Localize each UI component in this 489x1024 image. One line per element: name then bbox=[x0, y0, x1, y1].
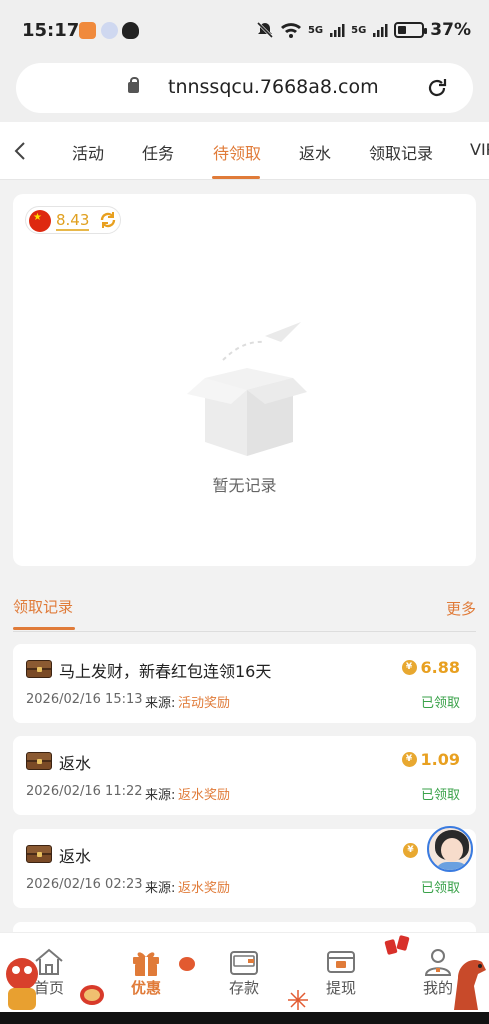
signal-5g-label-2: 5G bbox=[351, 24, 367, 36]
record-amount-value: 6.88 bbox=[420, 658, 460, 677]
tab-rebate[interactable]: 返水 bbox=[299, 140, 331, 164]
record-status: 已领取 bbox=[420, 788, 460, 803]
address-bar[interactable]: tnnssqcu.7668a8.com bbox=[16, 63, 473, 113]
record-source-label: 来源: bbox=[145, 696, 176, 711]
withdraw-icon bbox=[327, 951, 355, 973]
record-item[interactable]: 返水 ¥1.09 2026/02/16 11:22 来源: 返水奖励 已领取 bbox=[13, 736, 476, 815]
tab-tasks[interactable]: 任务 bbox=[142, 140, 174, 164]
records-title-underline bbox=[13, 627, 75, 630]
nav-promotions[interactable]: 优惠 bbox=[106, 933, 186, 1003]
signal-5g-label-1: 5G bbox=[307, 24, 324, 36]
customer-support-avatar[interactable] bbox=[427, 826, 473, 872]
balance-pill: ★ 8.43 bbox=[25, 206, 121, 234]
record-item[interactable]: 返水 ¥ 2026/02/16 02:23 来源: 返水奖励 已领取 bbox=[13, 829, 476, 908]
balance-value: 8.43 bbox=[56, 211, 90, 231]
pending-rewards-card: ★ 8.43 暂无记录 bbox=[13, 194, 476, 566]
record-name: 返水 bbox=[59, 754, 92, 773]
back-arrow-icon[interactable] bbox=[10, 140, 32, 162]
record-source-label: 来源: bbox=[145, 881, 176, 896]
record-amount: ¥1.09 bbox=[401, 750, 460, 769]
mute-bell-icon bbox=[256, 21, 274, 39]
qq-penguin-icon bbox=[122, 22, 139, 39]
nav-withdraw[interactable]: 提现 bbox=[301, 933, 381, 1003]
treasure-chest-icon bbox=[26, 752, 52, 770]
record-source: 返水奖励 bbox=[178, 881, 231, 896]
red-envelope-decoration bbox=[384, 935, 410, 955]
url-text[interactable]: tnnssqcu.7668a8.com bbox=[168, 76, 379, 98]
chat-app-icon bbox=[101, 22, 118, 39]
yen-coin-icon: ¥ bbox=[403, 843, 418, 858]
system-nav-bar bbox=[0, 1012, 489, 1024]
wifi-icon bbox=[280, 23, 301, 38]
record-date: 2026/02/16 11:22 bbox=[26, 784, 143, 799]
wallet-icon bbox=[230, 951, 258, 975]
treasure-chest-icon bbox=[26, 660, 52, 678]
record-source-label: 来源: bbox=[145, 788, 176, 803]
record-source: 返水奖励 bbox=[178, 788, 231, 803]
record-source: 活动奖励 bbox=[178, 696, 231, 711]
record-status: 已领取 bbox=[420, 696, 460, 711]
lantern-decoration bbox=[179, 957, 195, 971]
tab-activity[interactable]: 活动 bbox=[72, 140, 104, 164]
tab-pending[interactable]: 待领取 bbox=[213, 140, 261, 164]
yen-coin-icon: ¥ bbox=[401, 660, 417, 675]
record-date: 2026/02/16 02:23 bbox=[26, 877, 143, 892]
app-notification-icon bbox=[79, 22, 96, 39]
record-amount-value: 1.09 bbox=[420, 750, 460, 769]
status-bar: 15:17 5G 5G 37% bbox=[0, 0, 489, 62]
lion-dance-decoration bbox=[6, 958, 38, 1010]
records-header: 领取记录 更多 bbox=[13, 594, 476, 632]
nav-withdraw-label: 提现 bbox=[325, 979, 356, 997]
status-time: 15:17 bbox=[22, 20, 80, 41]
treasure-chest-icon bbox=[26, 845, 52, 863]
lock-icon bbox=[128, 77, 139, 93]
tab-vip[interactable]: VIP bbox=[470, 140, 489, 159]
bottom-nav: 首页 优惠 存款 提现 我的 bbox=[0, 932, 489, 1012]
firework-decoration bbox=[288, 990, 308, 1010]
cell-signal-icon-2 bbox=[373, 24, 388, 37]
battery-percent: 37% bbox=[430, 20, 471, 40]
record-status: 已领取 bbox=[420, 881, 460, 896]
nav-deposit[interactable]: 存款 bbox=[204, 933, 284, 1003]
horse-decoration bbox=[454, 959, 486, 1010]
support-face bbox=[441, 838, 463, 862]
refresh-balance-icon[interactable] bbox=[98, 210, 118, 230]
gift-icon bbox=[133, 952, 159, 976]
record-amount: ¥ bbox=[403, 843, 422, 858]
battery-icon bbox=[394, 22, 428, 38]
nav-deposit-label: 存款 bbox=[228, 979, 259, 997]
drum-decoration bbox=[80, 985, 104, 1005]
record-amount: ¥6.88 bbox=[401, 658, 460, 677]
tab-claim-records[interactable]: 领取记录 bbox=[369, 140, 433, 164]
record-item[interactable]: 马上发财，新春红包连领16天 ¥6.88 2026/02/16 15:13 来源… bbox=[13, 644, 476, 723]
yen-coin-icon: ¥ bbox=[401, 752, 417, 767]
active-tab-indicator bbox=[212, 176, 260, 179]
empty-state-text: 暂无记录 bbox=[212, 476, 277, 495]
reload-icon[interactable] bbox=[425, 76, 449, 100]
cell-signal-icon bbox=[330, 24, 345, 37]
nav-promotions-label: 优惠 bbox=[130, 979, 161, 997]
empty-box-illustration bbox=[187, 322, 307, 456]
record-date: 2026/02/16 15:13 bbox=[26, 692, 143, 707]
browser-toolbar: tnnssqcu.7668a8.com bbox=[0, 62, 489, 122]
battery-fill bbox=[398, 26, 407, 34]
china-flag-icon: ★ bbox=[29, 210, 51, 232]
record-name: 马上发财，新春红包连领16天 bbox=[59, 662, 272, 681]
promo-tabs: 活动 任务 待领取 返水 领取记录 VIP bbox=[0, 122, 489, 180]
more-link[interactable]: 更多 bbox=[446, 598, 476, 619]
records-title: 领取记录 bbox=[13, 598, 74, 616]
record-name: 返水 bbox=[59, 847, 92, 866]
